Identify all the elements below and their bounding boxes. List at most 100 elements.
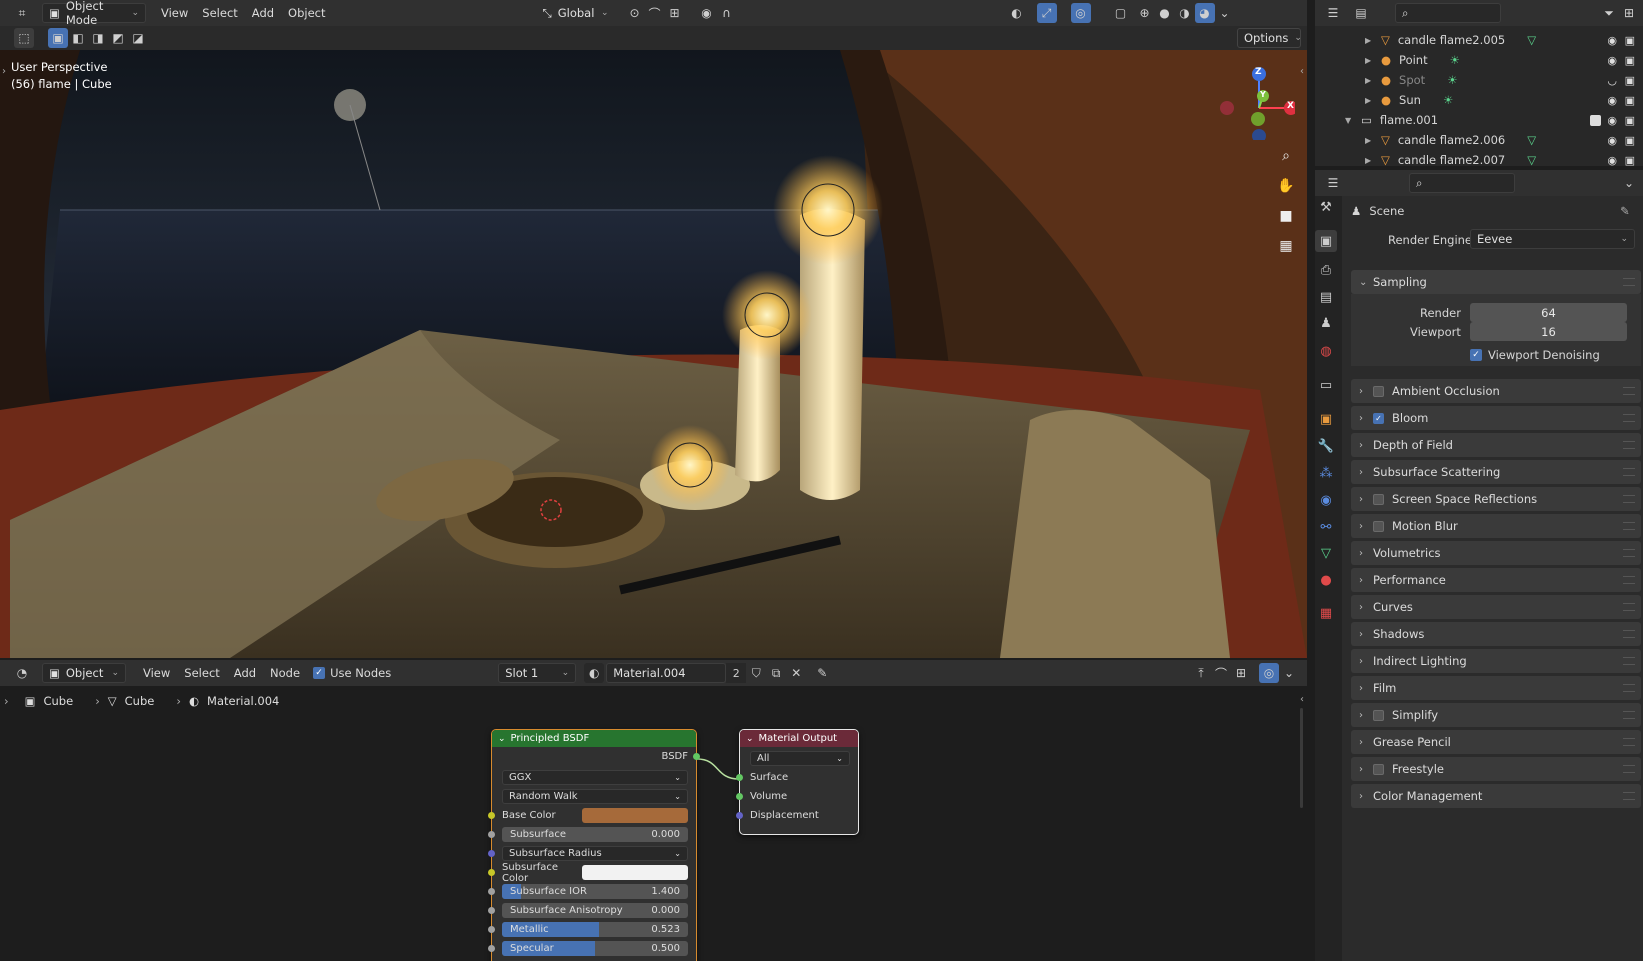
visibility-eye-icon[interactable]: ◉ (1607, 54, 1617, 67)
panel-grip-icon[interactable] (1623, 414, 1635, 422)
3d-viewport[interactable]: User Perspective (56) flame | Cube Z X Y… (0, 50, 1307, 658)
tool-tab-icon[interactable]: ⚒ (1315, 196, 1337, 218)
panel-ambient-occlusion[interactable]: › Ambient Occlusion (1351, 379, 1641, 403)
panel-motion-blur[interactable]: › Motion Blur (1351, 514, 1641, 538)
panel-grip-icon[interactable] (1623, 441, 1635, 449)
proportional-edit-icon[interactable]: ◉ (697, 3, 717, 23)
panel-bloom[interactable]: › ✓ Bloom (1351, 406, 1641, 430)
outliner-search[interactable]: ⌕ (1395, 3, 1501, 23)
new-collection-icon[interactable]: ⊞ (1619, 3, 1639, 23)
panel-enable-checkbox[interactable] (1373, 385, 1384, 397)
render-camera-icon[interactable]: ▣ (1625, 54, 1635, 67)
unlink-material-icon[interactable]: ✕ (786, 663, 806, 683)
overlay-toggle-icon[interactable]: ◎ (1070, 3, 1091, 23)
expand-icon[interactable]: ▼ (1345, 116, 1357, 125)
subsurface-field[interactable]: Subsurface 0.000 (502, 827, 688, 842)
subsurface-socket[interactable] (488, 831, 495, 838)
material-output-node[interactable]: ⌄ Material Output All ⌄ Surface Volume Di… (736, 729, 859, 835)
sampling-grip-icon[interactable] (1623, 278, 1635, 286)
visibility-eye-icon[interactable]: ◡ (1607, 74, 1617, 87)
volume-socket[interactable] (736, 793, 743, 800)
metallic-field[interactable]: Metallic 0.523 (502, 922, 688, 937)
visibility-eye-icon[interactable]: ◉ (1607, 154, 1617, 167)
node-menu-add[interactable]: Add (227, 666, 263, 680)
filter-icon[interactable]: ⏷ (1599, 3, 1619, 23)
select-new-icon[interactable]: ▣ (48, 28, 68, 48)
shading-rendered-icon[interactable]: ◕ (1194, 3, 1215, 23)
physics-tab-icon[interactable]: ◉ (1315, 489, 1337, 511)
bsdf-node-header[interactable]: ⌄ Principled BSDF (492, 730, 696, 747)
shading-material-icon[interactable]: ◑ (1175, 3, 1195, 23)
collapse-icon[interactable]: ⌄ (498, 734, 506, 744)
use-nodes-checkbox[interactable]: ✓ (313, 667, 326, 679)
node-overlay-icon[interactable]: ◎ (1259, 663, 1279, 683)
data-tab-icon[interactable]: ▽ (1315, 542, 1337, 564)
outliner-row[interactable]: ▶ ▽ candle flame2.005 ▽ ◉ ▣ (1315, 30, 1643, 50)
panel-indirect-lighting[interactable]: › Indirect Lighting (1351, 649, 1641, 673)
properties-editor-type-icon[interactable]: ☰ (1323, 173, 1343, 193)
shading-wireframe-icon[interactable]: ⊕ (1135, 3, 1155, 23)
distribution-select[interactable]: GGX ⌄ (502, 770, 688, 785)
falloff-icon[interactable]: ∩ (717, 3, 737, 23)
orientation-select[interactable]: ⤡ Global ⌄ (536, 3, 615, 23)
parent-node-icon[interactable]: ⤒ (1191, 663, 1211, 683)
base-color-swatch[interactable] (582, 808, 688, 823)
particles-tab-icon[interactable]: ⁂ (1315, 462, 1337, 484)
texture-tab-icon[interactable]: ▦ (1315, 602, 1337, 624)
panel-volumetrics[interactable]: › Volumetrics (1351, 541, 1641, 565)
duplicate-material-icon[interactable]: ⧉ (766, 663, 786, 683)
node-overlay-options-icon[interactable]: ⌄ (1279, 663, 1299, 683)
collection-checkbox[interactable] (1590, 114, 1601, 126)
xray-icon[interactable]: ▢ (1111, 3, 1131, 23)
output-node-header[interactable]: ⌄ Material Output (740, 730, 858, 747)
object-tab-icon[interactable]: ▣ (1315, 408, 1337, 430)
menu-view[interactable]: View (154, 6, 195, 20)
sampling-panel-header[interactable]: ⌄ Sampling (1351, 270, 1641, 294)
view-layer-tab-icon[interactable]: ▤ (1315, 286, 1337, 308)
select-tool-icon[interactable]: ⬚ (14, 28, 34, 48)
node-type-select[interactable]: ▣ Object ⌄ (42, 663, 126, 683)
output-collapse-icon[interactable]: ⌄ (746, 734, 754, 744)
panel-grip-icon[interactable] (1623, 522, 1635, 530)
output-target-select[interactable]: All ⌄ (750, 751, 850, 766)
modifier-tab-icon[interactable]: 🔧 (1315, 435, 1337, 457)
material-name-field[interactable]: Material.004 (606, 663, 727, 683)
material-users-count[interactable]: 2 (726, 663, 747, 683)
toolbar-toggle-icon[interactable]: › (2, 66, 6, 77)
ortho-toggle-icon[interactable]: ▦ (1276, 236, 1296, 256)
node-menu-select[interactable]: Select (177, 666, 226, 680)
snap-icon[interactable]: ⌒ (645, 3, 665, 23)
shading-options-icon[interactable]: ⌄ (1215, 3, 1235, 23)
collection-tab-icon[interactable]: ▭ (1315, 374, 1337, 396)
fake-user-icon[interactable]: ⛉ (746, 663, 766, 683)
panel-grip-icon[interactable] (1623, 792, 1635, 800)
node-editor-canvas[interactable]: › ▣ Cube › ▽ Cube › ◐ Material.004 ‹ ⌄ P… (0, 686, 1307, 961)
constraints-tab-icon[interactable]: ⚯ (1315, 516, 1337, 538)
panel-curves[interactable]: › Curves (1351, 595, 1641, 619)
pin-icon[interactable]: ✎ (812, 663, 832, 683)
editor-type-icon[interactable]: ⌗ (12, 3, 32, 23)
options-dropdown[interactable]: Options ⌄ (1237, 28, 1302, 48)
panel-grip-icon[interactable] (1623, 576, 1635, 584)
pan-hand-icon[interactable]: ✋ (1276, 176, 1296, 196)
subsurface-ior-field[interactable]: Subsurface IOR 1.400 (502, 884, 688, 899)
select-invert-icon[interactable]: ◩ (108, 28, 128, 48)
material-browse-icon[interactable]: ◐ (584, 663, 605, 683)
world-tab-icon[interactable]: ◍ (1315, 340, 1337, 362)
specular-socket[interactable] (488, 945, 495, 952)
panel-grip-icon[interactable] (1623, 765, 1635, 773)
render-camera-icon[interactable]: ▣ (1625, 94, 1635, 107)
expand-icon[interactable]: ▶ (1365, 76, 1377, 85)
panel-enable-checkbox[interactable] (1373, 709, 1384, 721)
subsurface-color-swatch[interactable] (582, 865, 688, 880)
visibility-eye-icon[interactable]: ◉ (1607, 114, 1617, 127)
subsurface-anisotropy-field[interactable]: Subsurface Anisotropy 0.000 (502, 903, 688, 918)
panel-film[interactable]: › Film (1351, 676, 1641, 700)
panel-grip-icon[interactable] (1623, 684, 1635, 692)
subsurface-anisotropy-socket[interactable] (488, 907, 495, 914)
panel-depth-of-field[interactable]: › Depth of Field (1351, 433, 1641, 457)
panel-grip-icon[interactable] (1623, 603, 1635, 611)
displacement-socket[interactable] (736, 812, 743, 819)
viewport-samples-field[interactable]: 16 (1470, 322, 1627, 341)
node-editor-type-icon[interactable]: ◔ (12, 663, 32, 683)
